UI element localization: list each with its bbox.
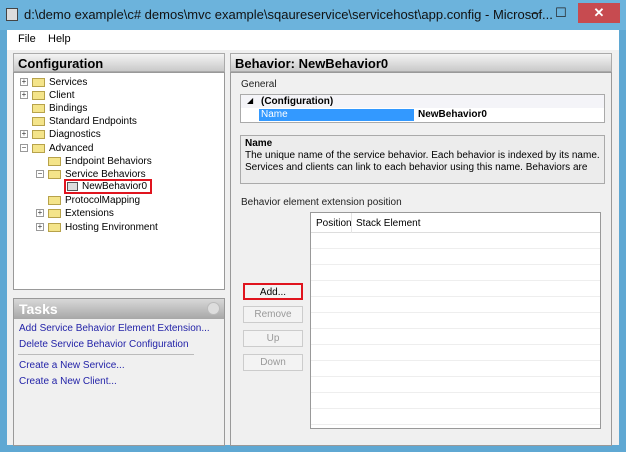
remove-button[interactable]: Remove — [243, 306, 303, 323]
tree-label: Diagnostics — [49, 129, 101, 140]
task-create-client[interactable]: Create a New Client... — [19, 376, 117, 387]
tree-label: Extensions — [65, 208, 114, 219]
general-label: General — [241, 79, 277, 90]
tree-item-services[interactable]: Services — [32, 76, 87, 89]
tasks-header: Tasks — [14, 299, 224, 319]
app-icon — [6, 8, 18, 21]
folder-icon — [32, 130, 45, 139]
tree-item-client[interactable]: Client — [32, 89, 75, 102]
folder-icon — [32, 104, 45, 113]
down-button[interactable]: Down — [243, 354, 303, 371]
folder-icon — [48, 223, 61, 232]
expand-icon[interactable]: + — [20, 91, 28, 99]
menu-bar: File Help — [7, 30, 619, 50]
folder-icon — [32, 78, 45, 87]
tree-item-bindings[interactable]: Bindings — [32, 102, 87, 115]
collapse-icon[interactable]: − — [36, 170, 44, 178]
tree-label: Bindings — [49, 103, 88, 114]
tree-item-protocolmapping[interactable]: ProtocolMapping — [48, 194, 140, 207]
add-button[interactable]: Add... — [243, 283, 303, 300]
property-value[interactable]: NewBehavior0 — [418, 109, 487, 120]
expand-icon[interactable]: + — [20, 78, 28, 86]
collapse-triangle-icon[interactable]: ◢ — [247, 96, 253, 105]
folder-icon — [48, 157, 61, 166]
expand-icon[interactable]: + — [20, 130, 28, 138]
folder-icon — [48, 196, 61, 205]
tree-label: NewBehavior0 — [82, 181, 148, 192]
description-text: The unique name of the service behavior.… — [245, 150, 600, 173]
column-stack-element[interactable]: Stack Element — [356, 218, 420, 229]
folder-icon — [32, 91, 45, 100]
table-rows — [311, 233, 600, 428]
tree-item-diagnostics[interactable]: Diagnostics — [32, 128, 101, 141]
collapse-icon[interactable]: − — [20, 144, 28, 152]
tasks-title: Tasks — [19, 301, 58, 317]
task-create-service[interactable]: Create a New Service... — [19, 360, 125, 371]
property-name[interactable]: Name — [259, 109, 414, 121]
menu-help[interactable]: Help — [48, 33, 71, 45]
expand-icon[interactable]: + — [36, 209, 44, 217]
behavior-icon — [67, 182, 78, 191]
close-button[interactable]: ✕ — [578, 3, 620, 23]
tree-label: ProtocolMapping — [65, 195, 141, 206]
property-description: Name The unique name of the service beha… — [240, 135, 605, 184]
category-label: (Configuration) — [261, 96, 334, 107]
maximize-button[interactable]: ☐ — [550, 3, 572, 23]
folder-icon — [32, 117, 45, 126]
table-header: Position Stack Element — [311, 213, 600, 233]
tree-label: Advanced — [49, 143, 94, 154]
tree-label: Client — [49, 90, 75, 101]
tree-label: Endpoint Behaviors — [65, 156, 152, 167]
tasks-panel: Tasks Add Service Behavior Element Exten… — [13, 298, 225, 446]
column-position[interactable]: Position — [316, 218, 352, 229]
folder-icon — [48, 170, 61, 179]
tree-label: Standard Endpoints — [49, 116, 137, 127]
task-delete-configuration[interactable]: Delete Service Behavior Configuration — [19, 339, 189, 350]
stack-table[interactable]: Position Stack Element — [310, 212, 601, 429]
configuration-header: Configuration — [13, 53, 225, 72]
window-title: d:\demo example\c# demos\mvc example\sqa… — [24, 7, 553, 22]
tree-item-advanced[interactable]: Advanced — [32, 142, 93, 155]
minimize-button[interactable]: ‒ — [525, 3, 545, 23]
tree-item-standard-endpoints[interactable]: Standard Endpoints — [32, 115, 137, 128]
tree-item-extensions[interactable]: Extensions — [48, 207, 114, 220]
task-add-extension[interactable]: Add Service Behavior Element Extension..… — [19, 323, 210, 334]
property-grid[interactable]: ◢ (Configuration) Name NewBehavior0 — [240, 94, 605, 123]
extension-position-label: Behavior element extension position — [241, 197, 402, 208]
behavior-header: Behavior: NewBehavior0 — [230, 53, 612, 72]
tree-item-hosting-environment[interactable]: Hosting Environment — [48, 221, 158, 234]
tree-label: Hosting Environment — [65, 222, 158, 233]
up-button[interactable]: Up — [243, 330, 303, 347]
divider — [18, 354, 194, 355]
collapse-chevron-icon[interactable] — [207, 302, 220, 315]
folder-icon — [48, 209, 61, 218]
expand-icon[interactable]: + — [36, 223, 44, 231]
description-title: Name — [245, 138, 273, 149]
tree-label: Services — [49, 77, 88, 88]
menu-file[interactable]: File — [18, 33, 36, 45]
tree-item-newbehavior0[interactable]: NewBehavior0 — [64, 179, 153, 194]
folder-icon — [32, 144, 45, 153]
configuration-tree[interactable]: + Services + Client Bindings Standard En… — [13, 72, 225, 290]
tree-item-endpoint-behaviors[interactable]: Endpoint Behaviors — [48, 155, 152, 168]
